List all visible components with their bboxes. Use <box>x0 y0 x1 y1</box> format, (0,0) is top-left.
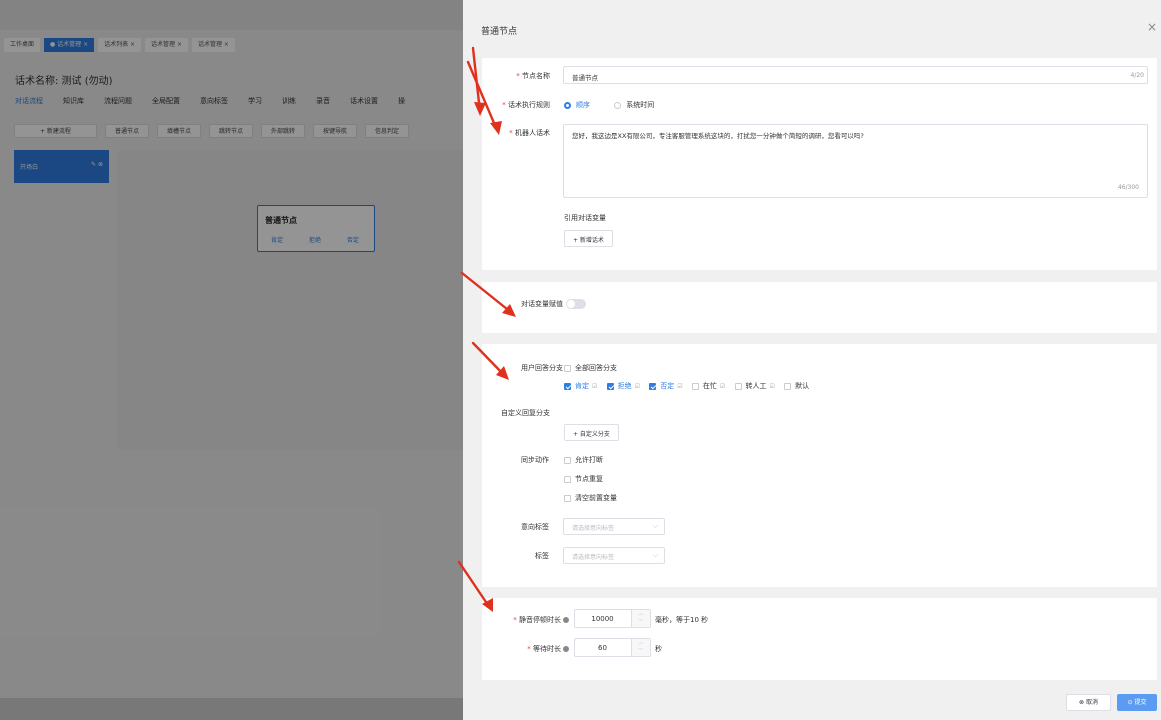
arrowhead-1 <box>474 102 486 116</box>
annotation-arrows <box>457 46 516 612</box>
annotation-arrow-2 <box>466 60 499 132</box>
arrowhead-2 <box>490 121 502 135</box>
annotation-arrow-5 <box>457 560 492 610</box>
annotation-arrow-3 <box>460 271 514 315</box>
